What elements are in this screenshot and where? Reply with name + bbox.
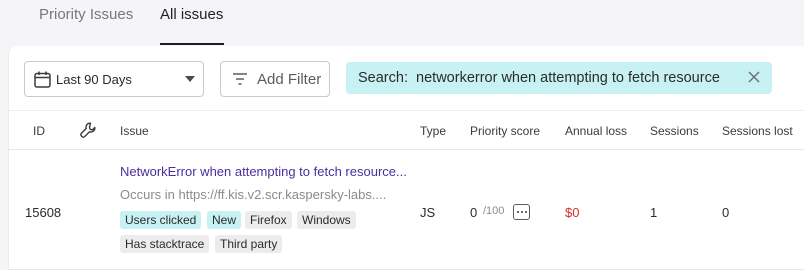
calendar-icon — [34, 71, 51, 88]
date-range-select[interactable]: Last 90 Days — [24, 61, 204, 97]
tag-users-clicked: Users clicked — [120, 211, 202, 229]
issues-panel: Last 90 Days Add Filter Search: networke… — [8, 46, 804, 270]
tag-windows: Windows — [297, 211, 356, 229]
search-query: networkerror when attempting to fetch re… — [416, 70, 720, 86]
filter-bar: Last 90 Days Add Filter Search: networke… — [9, 46, 804, 110]
issue-id: 15608 — [25, 205, 62, 220]
priority-score: 0 — [470, 205, 478, 220]
column-header-id[interactable]: ID — [33, 124, 45, 138]
tag-third-party: Third party — [215, 235, 283, 253]
tab-bar: Priority Issues All issues — [0, 0, 804, 46]
sessions-count: 1 — [650, 205, 658, 220]
close-icon[interactable] — [748, 71, 760, 83]
column-header-annual-loss[interactable]: Annual loss — [565, 124, 627, 138]
search-filter-chip[interactable]: Search: networkerror when attempting to … — [346, 62, 772, 94]
search-prefix: Search: — [358, 70, 408, 86]
add-filter-button[interactable]: Add Filter — [220, 61, 330, 97]
sessions-lost-count: 0 — [722, 205, 730, 220]
issue-title-link[interactable]: NetworkError when attempting to fetch re… — [120, 164, 410, 179]
annual-loss: $0 — [565, 205, 580, 220]
tag-has-stacktrace: Has stacktrace — [120, 235, 210, 253]
column-header-type[interactable]: Type — [420, 124, 446, 138]
active-tab-indicator — [160, 43, 224, 45]
tag-firefox: Firefox — [245, 211, 292, 229]
column-header-sessions-lost[interactable]: Sessions lost — [722, 124, 793, 138]
table-row[interactable]: 15608 NetworkError when attempting to fe… — [9, 150, 804, 270]
more-options-button[interactable] — [513, 204, 530, 220]
search-filter-label: Search: networkerror when attempting to … — [358, 70, 720, 86]
issue-location: Occurs in https://ff.kis.v2.scr.kaspersk… — [120, 187, 387, 202]
table-header: ID Issue Type Priority score Annual loss… — [9, 110, 804, 150]
column-header-sessions[interactable]: Sessions — [650, 124, 699, 138]
add-filter-label: Add Filter — [257, 71, 322, 88]
tab-all-issues[interactable]: All issues — [160, 6, 223, 24]
column-header-priority-score[interactable]: Priority score — [470, 124, 540, 138]
column-header-issue[interactable]: Issue — [120, 124, 149, 138]
chevron-down-icon — [185, 76, 195, 82]
issue-type: JS — [420, 205, 436, 220]
date-range-label: Last 90 Days — [56, 72, 132, 87]
priority-score-max: /100 — [483, 205, 505, 217]
filter-icon — [233, 73, 247, 85]
wrench-icon[interactable] — [79, 121, 97, 139]
tag-new: New — [207, 211, 242, 229]
tab-priority-issues[interactable]: Priority Issues — [39, 6, 133, 24]
